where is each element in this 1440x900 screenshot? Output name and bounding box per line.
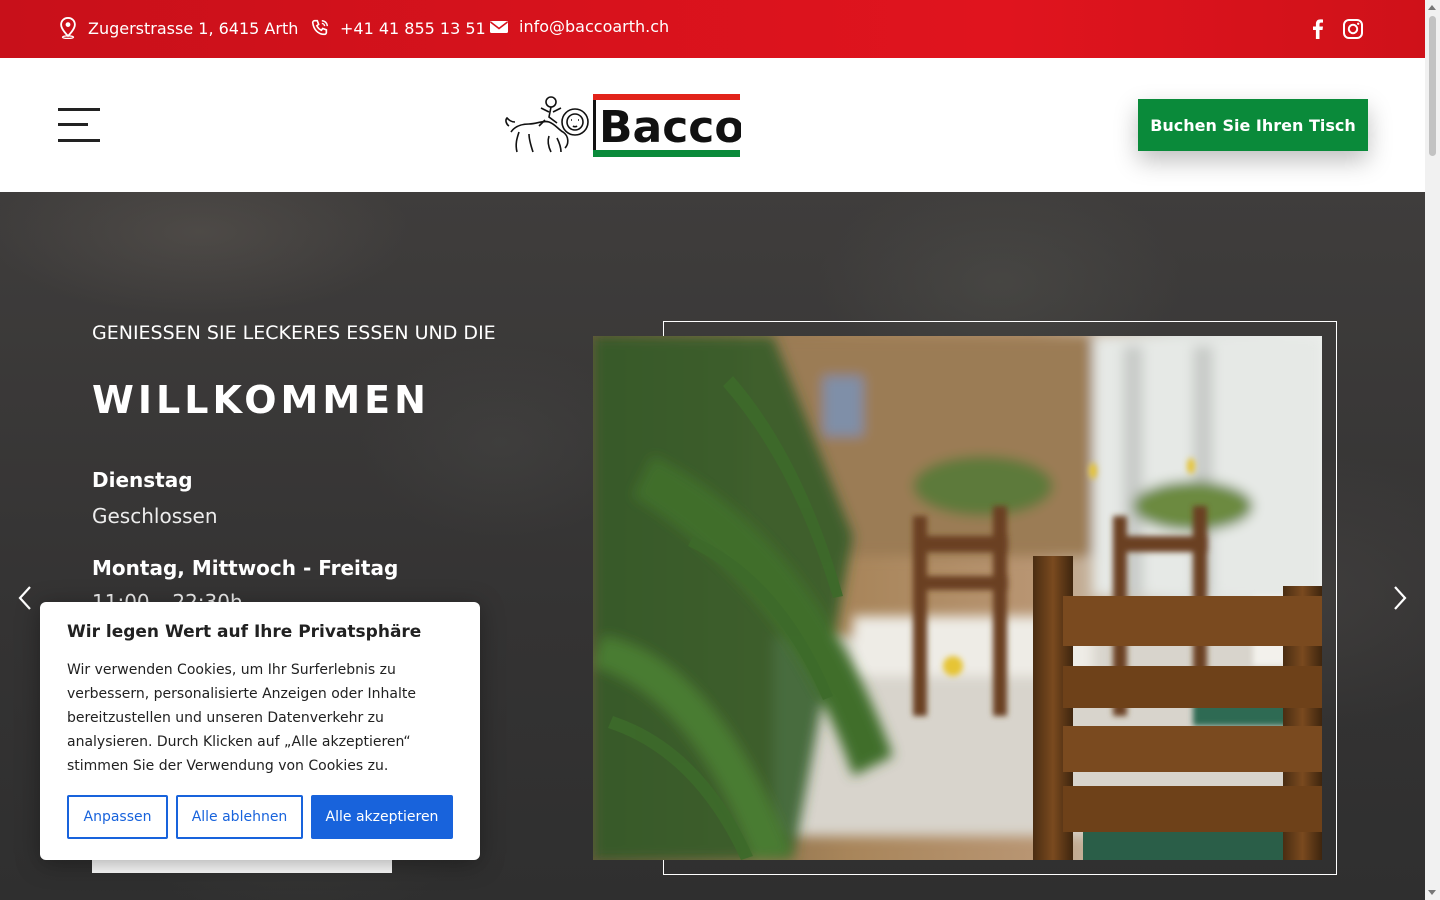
cookie-reject-button[interactable]: Alle ablehnen: [176, 795, 303, 839]
phone-item[interactable]: +41 41 855 13 51: [310, 17, 486, 39]
hours-time-1: Geschlossen: [92, 504, 218, 528]
address-item: Zugerstrasse 1, 6415 Arth: [58, 17, 298, 39]
book-table-button[interactable]: Buchen Sie Ihren Tisch: [1138, 99, 1368, 151]
cookie-title: Wir legen Wert auf Ihre Privatsphäre: [67, 622, 422, 642]
cookie-text: Wir verwenden Cookies, um Ihr Surferlebn…: [67, 662, 416, 774]
top-contact-bar: Zugerstrasse 1, 6415 Arth +41 41 855 13 …: [0, 0, 1425, 58]
page-scrollbar[interactable]: [1425, 0, 1440, 900]
mail-icon: [490, 20, 508, 33]
cookie-accept-button[interactable]: Alle akzeptieren: [311, 795, 453, 839]
menu-icon[interactable]: [58, 108, 100, 142]
cookie-customize-button[interactable]: Anpassen: [67, 795, 168, 839]
hours-day-1: Dienstag: [92, 468, 193, 492]
address-text: Zugerstrasse 1, 6415 Arth: [88, 18, 299, 38]
phone-link[interactable]: +41 41 855 13 51: [340, 19, 486, 38]
phone-icon: [311, 19, 328, 36]
svg-text:Bacco: Bacco: [599, 102, 741, 153]
slider-prev-arrow-icon[interactable]: [14, 584, 36, 612]
scroll-down-icon[interactable]: [1428, 890, 1436, 895]
instagram-icon[interactable]: [1342, 18, 1364, 40]
scroll-thumb[interactable]: [1429, 16, 1436, 156]
bacco-logo[interactable]: Bacco: [505, 92, 745, 160]
hero-tagline: GENIESSEN SIE LECKERES ESSEN UND DIE: [92, 322, 496, 344]
restaurant-photo: [593, 336, 1322, 860]
cookie-consent-banner: Wir legen Wert auf Ihre Privatsphäre Wir…: [40, 602, 480, 860]
facebook-icon[interactable]: [1307, 18, 1329, 40]
location-pin-icon: [60, 17, 76, 39]
slider-next-arrow-icon[interactable]: [1389, 584, 1411, 612]
email-item[interactable]: info@baccoarth.ch: [489, 17, 669, 36]
scroll-up-icon[interactable]: [1428, 5, 1436, 10]
email-link[interactable]: info@baccoarth.ch: [519, 17, 669, 36]
main-header: Bacco Buchen Sie Ihren Tisch: [0, 58, 1425, 192]
hero-title: WILLKOMMEN: [92, 378, 430, 422]
hours-day-2: Montag, Mittwoch - Freitag: [92, 556, 399, 580]
